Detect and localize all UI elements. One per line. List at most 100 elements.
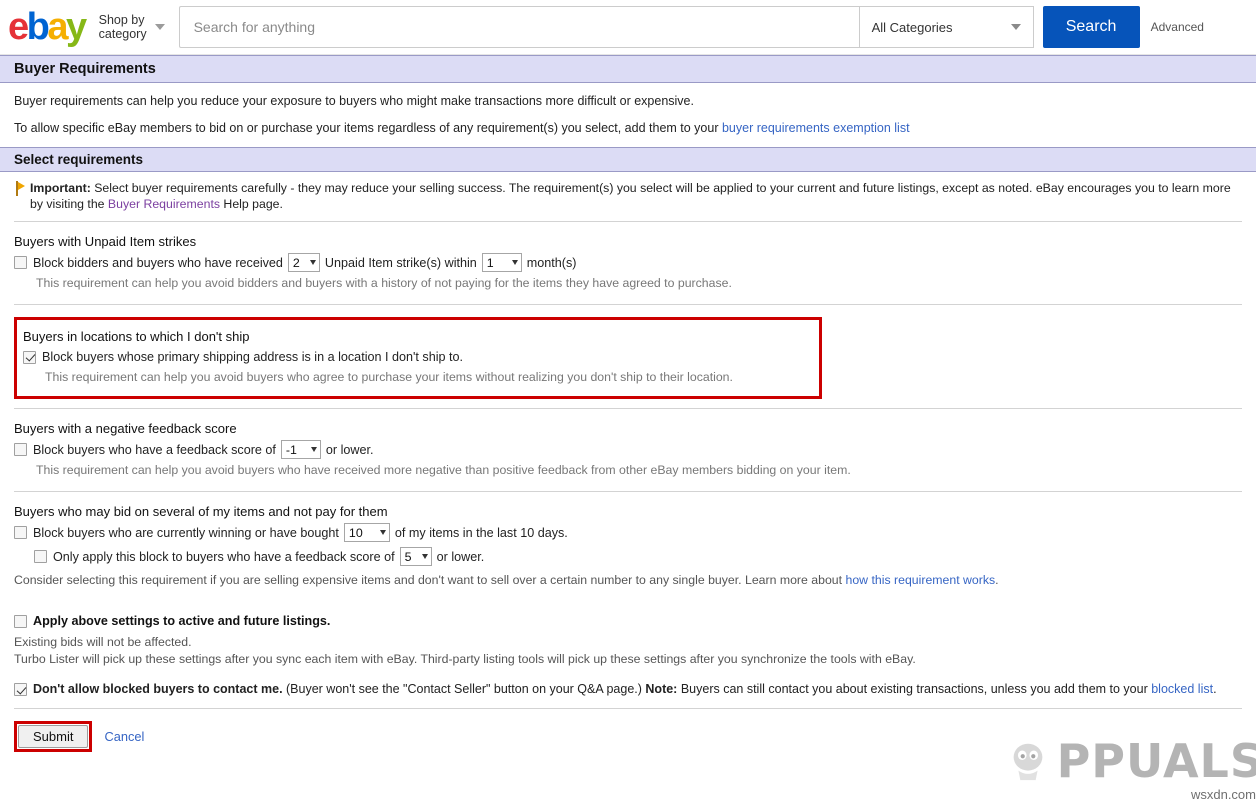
ebay-global-header: ebay Shop by category All Categories Sea…: [0, 0, 1256, 55]
consider-text: Consider selecting this requirement if y…: [14, 573, 845, 587]
requirement-description: This requirement can help you avoid buye…: [14, 462, 1242, 478]
apply-settings-note-1: Existing bids will not be affected.: [14, 634, 1242, 651]
chevron-down-icon: [380, 530, 386, 535]
page-title: Buyer Requirements: [0, 55, 1256, 83]
block-locations-label: Block buyers whose primary shipping addr…: [42, 348, 463, 366]
flag-icon: [14, 181, 26, 196]
shop-by-line2: category: [99, 27, 147, 41]
form-actions: Submit Cancel: [14, 709, 1242, 752]
blocked-list-link[interactable]: blocked list: [1151, 682, 1213, 696]
exemption-list-link[interactable]: buyer requirements exemption list: [722, 121, 910, 135]
contact-note-label: Note:: [645, 682, 677, 696]
logo-letter-e: e: [8, 6, 27, 48]
requirement-subrow: Only apply this block to buyers who have…: [14, 547, 1242, 566]
apply-settings-row: Apply above settings to active and futur…: [14, 612, 1242, 630]
important-label: Important:: [30, 181, 91, 195]
multiple-bids-sub-text-2: or lower.: [437, 548, 485, 566]
search-input[interactable]: [179, 6, 859, 48]
contact-middle-text: (Buyer won't see the "Contact Seller" bu…: [283, 682, 646, 696]
requirement-description: This requirement can help you avoid buye…: [23, 369, 819, 385]
multiple-bids-consider-text: Consider selecting this requirement if y…: [14, 572, 1242, 589]
negative-feedback-checkbox[interactable]: [14, 443, 27, 456]
unpaid-strikes-text-3: month(s): [527, 254, 577, 272]
apply-settings-label: Apply above settings to active and futur…: [33, 612, 330, 630]
multiple-bids-sub-text-1: Only apply this block to buyers who have…: [53, 548, 395, 566]
important-note-text: Important: Select buyer requirements car…: [30, 180, 1242, 212]
unpaid-strikes-count-value: 2: [293, 254, 300, 272]
category-select[interactable]: All Categories: [859, 6, 1034, 48]
chevron-down-icon: [512, 260, 518, 265]
negative-feedback-text-2: or lower.: [326, 441, 374, 459]
shop-by-category-label: Shop by category: [99, 13, 147, 41]
select-requirements-title: Select requirements: [0, 147, 1256, 172]
multiple-bids-text-1: Block buyers who are currently winning o…: [33, 524, 339, 542]
consider-suffix: .: [995, 573, 998, 587]
intro-line-2-text: To allow specific eBay members to bid on…: [14, 121, 722, 135]
watermark-domain: wsxdn.com: [1191, 787, 1256, 802]
important-note: Important: Select buyer requirements car…: [14, 172, 1242, 221]
requirement-negative-feedback: Buyers with a negative feedback score Bl…: [14, 409, 1242, 491]
negative-feedback-text-1: Block buyers who have a feedback score o…: [33, 441, 276, 459]
requirement-row: Block buyers who have a feedback score o…: [14, 440, 1242, 459]
page-root: ebay Shop by category All Categories Sea…: [0, 0, 1256, 806]
negative-feedback-score-select[interactable]: -1: [281, 440, 321, 459]
unpaid-strikes-checkbox[interactable]: [14, 256, 27, 269]
apply-settings-section: Apply above settings to active and futur…: [14, 602, 1242, 674]
how-requirement-works-link[interactable]: how this requirement works: [845, 573, 995, 587]
buyer-requirements-help-link[interactable]: Buyer Requirements: [108, 197, 220, 211]
multiple-bids-feedback-select[interactable]: 5: [400, 547, 432, 566]
requirement-multiple-bids: Buyers who may bid on several of my item…: [14, 492, 1242, 602]
shop-by-category-menu[interactable]: Shop by category: [99, 13, 165, 41]
intro-line-1: Buyer requirements can help you reduce y…: [14, 83, 1242, 110]
shop-by-line1: Shop by: [99, 13, 147, 27]
chevron-down-icon: [1011, 24, 1021, 30]
multiple-bids-feedback-checkbox[interactable]: [34, 550, 47, 563]
logo-letter-a: a: [47, 6, 66, 48]
multiple-bids-feedback-value: 5: [405, 548, 412, 566]
contact-setting-section: Don't allow blocked buyers to contact me…: [14, 674, 1242, 708]
negative-feedback-score-value: -1: [286, 441, 297, 459]
requirements-content: Important: Select buyer requirements car…: [0, 172, 1256, 752]
contact-bold-label: Don't allow blocked buyers to contact me…: [33, 682, 283, 696]
ebay-logo[interactable]: ebay: [8, 8, 85, 46]
block-locations-checkbox[interactable]: [23, 351, 36, 364]
apply-settings-note-2: Turbo Lister will pick up these settings…: [14, 651, 1242, 668]
contact-setting-row: Don't allow blocked buyers to contact me…: [14, 680, 1242, 698]
requirement-description: This requirement can help you avoid bidd…: [14, 275, 1242, 291]
search-button[interactable]: Search: [1043, 6, 1140, 48]
requirement-row: Block buyers whose primary shipping addr…: [23, 348, 819, 366]
chevron-down-icon: [311, 447, 317, 452]
cancel-link[interactable]: Cancel: [104, 729, 144, 744]
multiple-bids-count-value: 10: [349, 524, 363, 542]
multiple-bids-count-select[interactable]: 10: [344, 523, 390, 542]
chevron-down-icon: [422, 554, 428, 559]
unpaid-strikes-text-1: Block bidders and buyers who have receiv…: [33, 254, 283, 272]
unpaid-strikes-text-2: Unpaid Item strike(s) within: [325, 254, 477, 272]
advanced-search-link[interactable]: Advanced: [1151, 20, 1204, 34]
logo-letter-y: y: [66, 6, 85, 48]
requirement-unpaid-strikes: Buyers with Unpaid Item strikes Block bi…: [14, 222, 1242, 304]
multiple-bids-checkbox[interactable]: [14, 526, 27, 539]
submit-button[interactable]: Submit: [18, 725, 88, 748]
submit-highlight: Submit: [14, 721, 92, 752]
contact-setting-text: Don't allow blocked buyers to contact me…: [33, 680, 1217, 698]
logo-letter-b: b: [27, 6, 48, 48]
requirement-row: Block bidders and buyers who have receiv…: [14, 253, 1242, 272]
requirement-title: Buyers with Unpaid Item strikes: [14, 234, 1242, 249]
requirement-locations-wrapper: Buyers in locations to which I don't shi…: [14, 305, 1242, 408]
requirement-row: Block buyers who are currently winning o…: [14, 523, 1242, 542]
requirement-title: Buyers with a negative feedback score: [14, 421, 1242, 436]
requirement-title: Buyers in locations to which I don't shi…: [23, 329, 819, 344]
intro-line-2: To allow specific eBay members to bid on…: [14, 110, 1242, 147]
chevron-down-icon: [310, 260, 316, 265]
unpaid-strikes-count-select[interactable]: 2: [288, 253, 320, 272]
search-area: All Categories Search: [179, 6, 1140, 48]
unpaid-strikes-months-select[interactable]: 1: [482, 253, 522, 272]
page-content: Buyer requirements can help you reduce y…: [0, 83, 1256, 147]
category-select-value: All Categories: [872, 20, 953, 35]
important-text-after: Help page.: [220, 197, 283, 211]
contact-suffix: .: [1213, 682, 1216, 696]
apply-settings-checkbox[interactable]: [14, 615, 27, 628]
block-contact-checkbox[interactable]: [14, 683, 27, 696]
multiple-bids-text-2: of my items in the last 10 days.: [395, 524, 568, 542]
